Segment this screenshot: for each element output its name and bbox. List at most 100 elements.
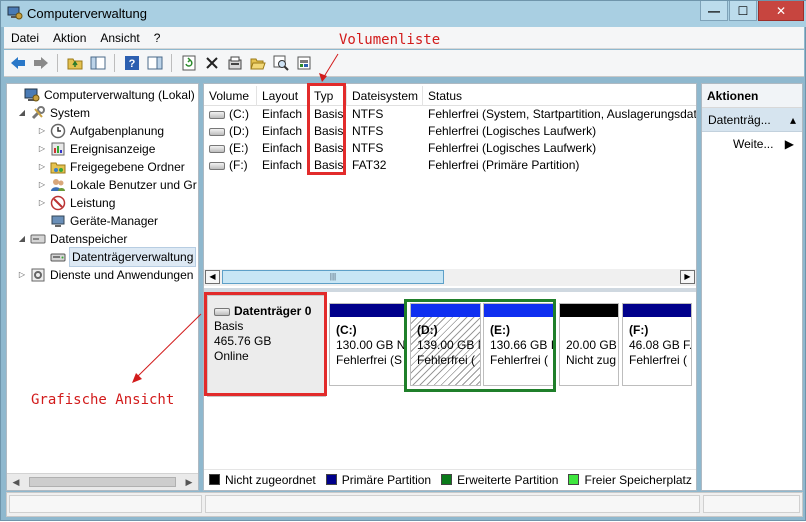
tree-item-device-manager[interactable]: Geräte-Manager (37, 212, 158, 230)
column-volume[interactable]: Volume (204, 86, 257, 106)
tree-item-performance[interactable]: ▷ Leistung (37, 194, 115, 212)
folder-up-icon[interactable] (65, 54, 84, 73)
partition-f[interactable]: (F:) 46.08 GB F. Fehlerfrei ( (622, 303, 692, 386)
minimize-button[interactable]: — (700, 1, 728, 21)
scroll-left-icon[interactable]: ◀ (9, 476, 23, 488)
open-folder-icon[interactable] (248, 54, 267, 73)
partition-unallocated[interactable]: 20.00 GB Nicht zug (559, 303, 619, 386)
scroll-right-icon[interactable]: ▶ (182, 476, 196, 488)
expand-arrow-icon[interactable]: ▷ (37, 158, 47, 176)
properties-icon[interactable] (225, 54, 244, 73)
expand-arrow-icon[interactable]: ▷ (37, 122, 47, 140)
volume-list-header: Volume Layout Typ Dateisystem Status (204, 86, 696, 106)
column-filesystem[interactable]: Dateisystem (347, 86, 423, 106)
back-icon[interactable] (8, 54, 27, 73)
collapse-icon[interactable]: ▴ (790, 108, 796, 131)
primary-partition-bar (330, 304, 406, 317)
console-tree-icon[interactable] (88, 54, 107, 73)
legend-swatch (568, 474, 580, 485)
expand-arrow-icon[interactable]: ▷ (37, 176, 47, 194)
computer-management-window: Computerverwaltung — ☐ ✕ Datei Aktion An… (0, 0, 806, 521)
partition-c[interactable]: (C:) 130.00 GB N Fehlerfrei (S (329, 303, 407, 386)
submenu-arrow-icon: ▶ (784, 137, 794, 151)
menu-help[interactable]: ? (147, 27, 168, 49)
event-viewer-icon (51, 142, 65, 156)
tree-item-services-apps[interactable]: ▷ Dienste und Anwendungen (17, 266, 194, 284)
extended-partition-highlight (404, 299, 556, 392)
legend-item: Nicht zugeordnet (209, 473, 316, 487)
volume-row[interactable]: (D:) Einfach Basis NTFS Fehlerfrei (Logi… (204, 123, 696, 140)
tree-item-local-users[interactable]: ▷ Lokale Benutzer und Gr (37, 176, 197, 194)
tree-item-event-viewer[interactable]: ▷ Ereignisanzeige (37, 140, 155, 158)
scroll-thumb[interactable] (29, 477, 176, 487)
volume-row[interactable]: (C:) Einfach Basis NTFS Fehlerfrei (Syst… (204, 106, 696, 123)
collapse-arrow-icon[interactable]: ◢ (17, 230, 27, 248)
computer-management-icon (24, 88, 40, 102)
expand-arrow-icon[interactable]: ▷ (37, 194, 47, 212)
disk-info-highlight (204, 292, 327, 396)
help-icon[interactable]: ? (122, 54, 141, 73)
expand-arrow-icon[interactable]: ▷ (37, 140, 47, 158)
actions-more[interactable]: Weite... ▶ (702, 132, 802, 156)
annotation-volume-list: Volumenliste (339, 32, 441, 48)
toolbar: ? (4, 50, 804, 77)
legend-item: Erweiterte Partition (441, 473, 558, 487)
tree-item-system[interactable]: ◢ System (17, 104, 90, 122)
legend-swatch (209, 474, 220, 485)
tree-horizontal-scrollbar[interactable]: ◀ ▶ (7, 473, 198, 490)
users-icon (51, 179, 65, 191)
menu-ansicht[interactable]: Ansicht (93, 27, 146, 49)
expand-arrow-icon[interactable]: ▷ (17, 266, 27, 284)
volume-row[interactable]: (E:) Einfach Basis NTFS Fehlerfrei (Logi… (204, 140, 696, 157)
disk-properties-icon[interactable] (294, 54, 313, 73)
svg-text:?: ? (128, 58, 135, 70)
legend-swatch (325, 474, 337, 485)
menu-datei[interactable]: Datei (4, 27, 46, 49)
legend-swatch (441, 474, 453, 485)
scroll-right-icon[interactable]: ▶ (680, 270, 695, 284)
tree-item-storage[interactable]: ◢ Datenspeicher (17, 230, 127, 248)
unallocated-bar (560, 304, 618, 317)
scroll-thumb[interactable]: ||| (222, 270, 444, 284)
actions-disk-management[interactable]: Datenträg... ▴ (702, 108, 802, 132)
status-bar (6, 492, 803, 517)
drive-icon (209, 144, 225, 153)
tree-item-shared-folders[interactable]: ▷ Freigegebene Ordner (37, 158, 185, 176)
tools-icon (31, 106, 45, 120)
column-status[interactable]: Status (423, 86, 696, 106)
console-tree: Computerverwaltung (Lokal) ◢ System ▷ Au… (6, 83, 199, 491)
refresh-icon[interactable] (179, 54, 198, 73)
computer-management-icon (7, 6, 23, 20)
tree-item-task-scheduler[interactable]: ▷ Aufgabenplanung (37, 122, 164, 140)
column-layout[interactable]: Layout (257, 86, 309, 106)
show-action-pane-icon[interactable] (145, 54, 164, 73)
status-segment (205, 495, 700, 513)
menu-aktion[interactable]: Aktion (46, 27, 93, 49)
tree-item-disk-management[interactable]: Datenträgerverwaltung (37, 247, 197, 267)
drive-icon (209, 110, 225, 119)
drive-icon (209, 127, 225, 136)
search-icon[interactable] (271, 54, 290, 73)
partition-legend: Nicht zugeordnet Primäre Partition Erwei… (204, 469, 696, 489)
status-segment (9, 495, 202, 513)
volume-row[interactable]: (F:) Einfach Basis FAT32 Fehlerfrei (Pri… (204, 157, 696, 174)
window-title: Computerverwaltung (27, 6, 147, 21)
legend-item: Primäre Partition (325, 473, 431, 487)
storage-icon (30, 234, 46, 244)
toolbar-separator (114, 54, 115, 72)
device-manager-icon (51, 215, 65, 227)
tree-item-computer-management[interactable]: Computerverwaltung (Lokal) (11, 86, 195, 104)
clock-icon (50, 123, 66, 139)
volume-list-scrollbar[interactable]: ◀ ||| ▶ (204, 269, 696, 286)
delete-icon[interactable] (202, 54, 221, 73)
performance-icon (50, 195, 66, 211)
collapse-arrow-icon[interactable]: ◢ (17, 104, 27, 122)
close-button[interactable]: ✕ (758, 1, 804, 21)
actions-header: Aktionen (702, 84, 802, 108)
scroll-left-icon[interactable]: ◀ (205, 270, 220, 284)
maximize-button[interactable]: ☐ (729, 1, 757, 21)
title-bar: Computerverwaltung — ☐ ✕ (1, 1, 806, 27)
forward-icon[interactable] (31, 54, 50, 73)
type-column-highlight (307, 83, 346, 175)
shared-folder-icon (50, 162, 66, 174)
